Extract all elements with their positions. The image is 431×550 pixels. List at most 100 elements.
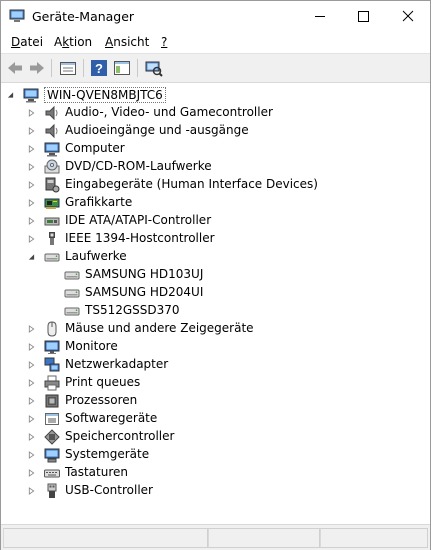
chevron-collapsed-icon[interactable] xyxy=(28,487,35,495)
chevron-collapsed-icon[interactable] xyxy=(28,145,35,153)
tree-item-label: Grafikkarte xyxy=(65,195,133,209)
tree-item-label: Systemgeräte xyxy=(65,447,150,461)
forward-arrow-icon[interactable] xyxy=(28,59,46,77)
tree-item-label: Tastaturen xyxy=(65,465,128,479)
scan-hardware-icon[interactable] xyxy=(145,59,163,77)
tree-category[interactable]: IDE ATA/ATAPI-Controller xyxy=(3,212,423,230)
tree-item-label: Laufwerke xyxy=(65,249,127,263)
tree-category[interactable]: Prozessoren xyxy=(3,392,423,410)
tree-category[interactable]: USB-Controller xyxy=(3,482,423,500)
tree-category[interactable]: Monitore xyxy=(3,338,423,356)
tree-category[interactable]: Mäuse und andere Zeigegeräte xyxy=(3,320,423,338)
minimize-button[interactable] xyxy=(298,1,342,31)
tree-category[interactable]: Laufwerke xyxy=(3,248,423,266)
status-pane xyxy=(3,528,208,548)
chevron-collapsed-icon[interactable] xyxy=(28,325,35,333)
usb-icon xyxy=(47,483,57,498)
status-bar xyxy=(1,524,430,550)
chevron-collapsed-icon[interactable] xyxy=(28,397,35,405)
tree-item-label: Audioeingänge und -ausgänge xyxy=(65,123,249,137)
hid-icon xyxy=(45,177,60,193)
tree-item-label: IDE ATA/ATAPI-Controller xyxy=(65,213,212,227)
disk-drive-icon xyxy=(64,307,80,316)
tree-item-label: SAMSUNG HD204UI xyxy=(85,285,204,299)
toolbar-separator xyxy=(137,59,138,77)
tree-item-label: IEEE 1394-Hostcontroller xyxy=(65,231,215,245)
tree-category[interactable]: Computer xyxy=(3,140,423,158)
chevron-collapsed-icon[interactable] xyxy=(28,127,35,135)
tree-item-label: USB-Controller xyxy=(65,483,153,497)
close-icon xyxy=(402,10,414,22)
console-tree-icon[interactable] xyxy=(113,59,131,77)
chevron-collapsed-icon[interactable] xyxy=(28,361,35,369)
back-arrow-icon[interactable] xyxy=(6,59,24,77)
menu-datei[interactable]: Datei xyxy=(11,35,43,49)
ide-controller-icon xyxy=(44,217,60,226)
svg-text:?: ? xyxy=(95,61,103,76)
chevron-collapsed-icon[interactable] xyxy=(28,199,35,207)
tree-item-label: Mäuse und andere Zeigegeräte xyxy=(65,321,254,335)
tree-category[interactable]: Eingabegeräte (Human Interface Devices) xyxy=(3,176,423,194)
toolbar: ? xyxy=(1,53,430,83)
tree-category[interactable]: Speichercontroller xyxy=(3,428,423,446)
help-icon[interactable]: ? xyxy=(90,59,108,77)
tree-category[interactable]: IEEE 1394-Hostcontroller xyxy=(3,230,423,248)
tree-category[interactable]: Softwaregeräte xyxy=(3,410,423,428)
tree-item-label: Monitore xyxy=(65,339,118,353)
tree-device[interactable]: SAMSUNG HD103UJ xyxy=(3,266,423,284)
tree-item-label: SAMSUNG HD103UJ xyxy=(85,267,204,281)
chevron-expanded-icon[interactable] xyxy=(7,91,14,99)
menu-aktion[interactable]: Aktion xyxy=(54,35,92,49)
maximize-button[interactable] xyxy=(341,1,385,31)
display-adapter-icon xyxy=(44,198,60,209)
menu-ansicht[interactable]: Ansicht xyxy=(105,35,149,49)
title-bar[interactable]: Geräte-Manager xyxy=(1,1,430,31)
chevron-collapsed-icon[interactable] xyxy=(28,433,35,441)
printer-icon xyxy=(44,375,60,391)
system-device-icon xyxy=(44,448,60,463)
speaker-icon xyxy=(45,105,58,121)
computer-icon xyxy=(23,88,39,103)
chevron-collapsed-icon[interactable] xyxy=(28,415,35,423)
device-tree[interactable]: WIN-QVEN8MBJTC6 Audio-, Video- und Gameco… xyxy=(3,83,428,521)
tree-category[interactable]: Netzwerkadapter xyxy=(3,356,423,374)
chevron-collapsed-icon[interactable] xyxy=(28,163,35,171)
chevron-expanded-icon[interactable] xyxy=(28,253,35,261)
tree-item-label: TS512GSSD370 xyxy=(85,303,180,317)
status-pane xyxy=(320,528,428,548)
dvd-drive-icon xyxy=(44,159,60,174)
tree-device[interactable]: TS512GSSD370 xyxy=(3,302,423,320)
tree-category[interactable]: Systemgeräte xyxy=(3,446,423,464)
speaker-icon xyxy=(45,123,58,139)
chevron-collapsed-icon[interactable] xyxy=(28,235,35,243)
tree-category[interactable]: Audio-, Video- und Gamecontroller xyxy=(3,104,423,122)
tree-item-label: Computer xyxy=(65,141,125,155)
tree-category[interactable]: DVD/CD-ROM-Laufwerke xyxy=(3,158,423,176)
device-manager-app-icon xyxy=(9,9,25,22)
chevron-collapsed-icon[interactable] xyxy=(28,379,35,387)
tree-item-label: Audio-, Video- und Gamecontroller xyxy=(65,105,273,119)
chevron-collapsed-icon[interactable] xyxy=(28,109,35,117)
tree-category[interactable]: Print queues xyxy=(3,374,423,392)
chevron-collapsed-icon[interactable] xyxy=(28,469,35,477)
maximize-icon xyxy=(358,11,369,22)
tree-device[interactable]: SAMSUNG HD204UI xyxy=(3,284,423,302)
chevron-collapsed-icon[interactable] xyxy=(28,343,35,351)
tree-category[interactable]: Audioeingänge und -ausgänge xyxy=(3,122,423,140)
software-device-icon xyxy=(45,413,59,425)
properties-icon[interactable] xyxy=(59,59,77,77)
mouse-icon xyxy=(47,321,57,337)
tree-item-label: Softwaregeräte xyxy=(65,411,158,425)
storage-controller-icon xyxy=(44,429,60,445)
tree-category[interactable]: Tastaturen xyxy=(3,464,423,482)
menu-help[interactable]: ? xyxy=(161,35,167,49)
chevron-collapsed-icon[interactable] xyxy=(28,451,35,459)
tree-item-label: Print queues xyxy=(65,375,141,389)
network-adapter-icon xyxy=(44,357,60,372)
close-button[interactable] xyxy=(386,1,430,31)
tree-category[interactable]: Grafikkarte xyxy=(3,194,423,212)
chevron-collapsed-icon[interactable] xyxy=(28,217,35,225)
tree-root[interactable]: WIN-QVEN8MBJTC6 xyxy=(3,86,423,104)
device-manager-window: Geräte-Manager Datei Aktion Ansicht ? ? … xyxy=(0,0,431,550)
chevron-collapsed-icon[interactable] xyxy=(28,181,35,189)
